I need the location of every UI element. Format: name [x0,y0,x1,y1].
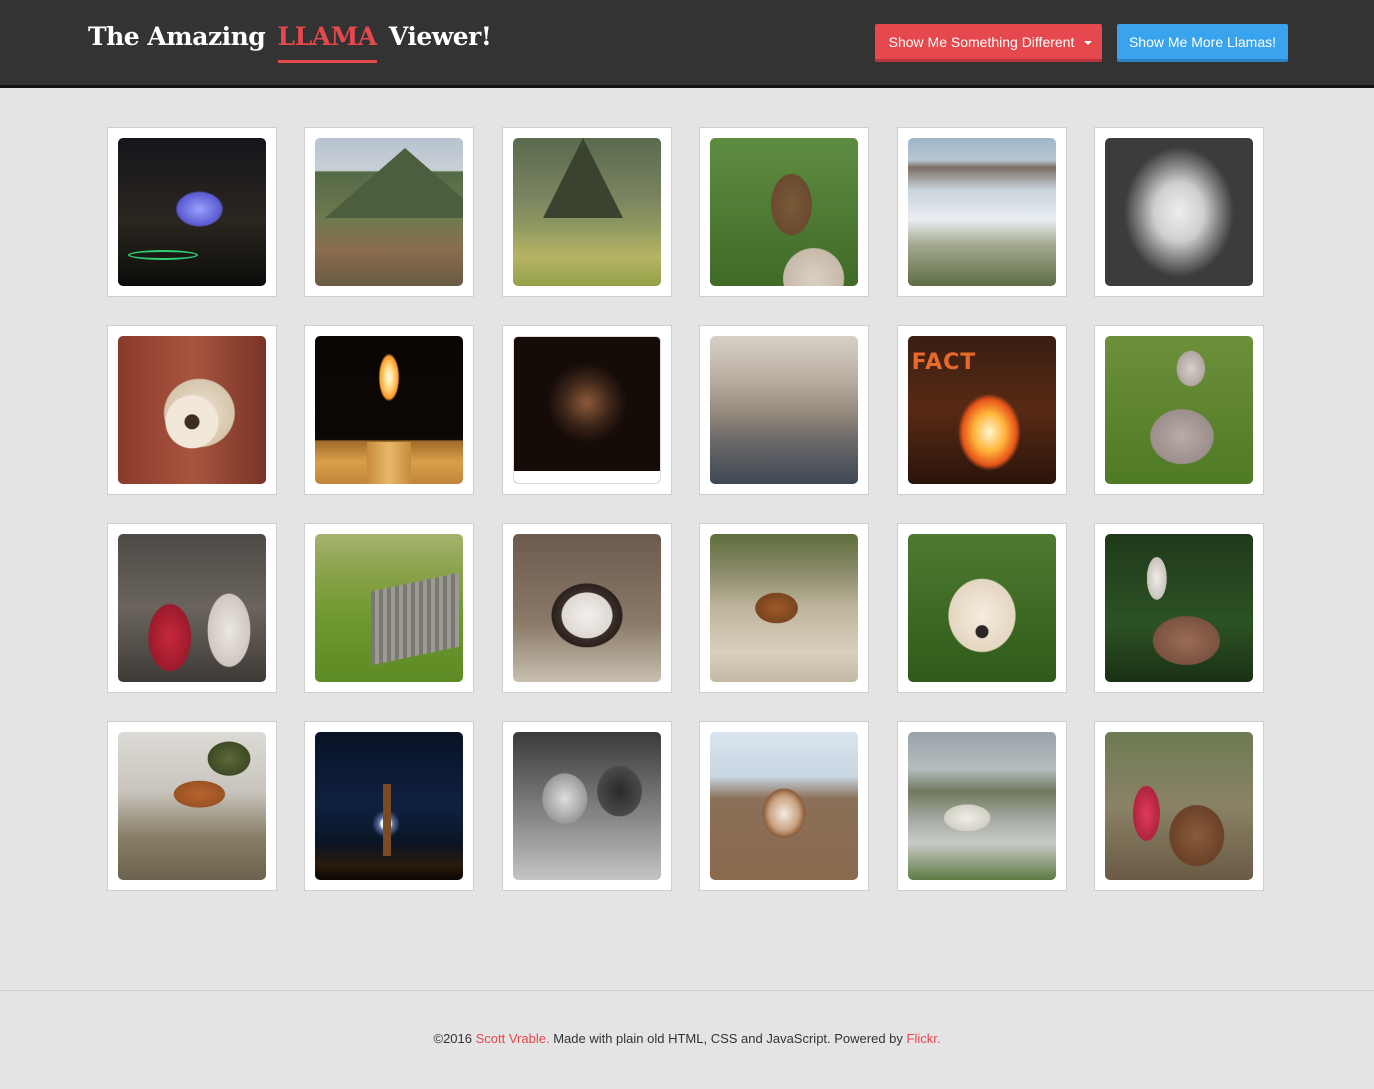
photo-llama-smiling [710,732,859,880]
photo-llama-in-forest [1104,534,1253,682]
logo-prefix: The Amazing [88,22,266,51]
photo-brown-llama-on-rocks [710,534,859,682]
photo-llama-black-white-closeup [1104,138,1253,286]
photo-two-alpacas-bw [512,732,661,880]
show-something-different-dropdown[interactable]: Show Me Something Different [875,24,1102,62]
photo-white-llamas-by-water [907,732,1056,880]
photo-grid: FACT [107,127,1267,891]
photo-tile[interactable] [107,523,277,693]
show-something-different-label: Show Me Something Different [888,33,1075,50]
photo-llama-portrait-brown [710,138,859,286]
photo-fluffy-llama-resting [1104,336,1253,484]
photo-machu-picchu-llama [512,138,661,286]
photo-llama-jumping-fence [118,732,266,880]
photo-teddy-bear-waving [118,336,266,484]
photo-night-bonfire-moon [315,732,464,880]
photo-tile[interactable] [501,127,672,297]
photo-tile[interactable]: FACT [896,325,1067,495]
caret-down-icon [1084,41,1092,45]
photo-fire-performance: FACT [907,336,1056,484]
photo-tile[interactable] [1093,721,1264,891]
photo-tile[interactable] [1093,127,1264,297]
show-more-llamas-label: Show Me More Llamas! [1128,33,1277,50]
photo-tile[interactable] [501,325,672,495]
photo-tile[interactable] [699,523,870,693]
photo-tile[interactable] [699,721,870,891]
author-link[interactable]: Scott Vrable. [476,1031,550,1046]
photo-tile[interactable] [1093,325,1264,495]
photo-tile[interactable] [107,325,277,495]
photo-chapel-at-night [118,138,266,286]
photo-llama-closeup-chewing [512,534,661,682]
photo-llamas-by-lake [907,138,1056,286]
site-logo[interactable]: The Amazing LLAMA Viewer! [88,22,492,63]
show-more-llamas-button[interactable]: Show Me More Llamas! [1117,24,1288,62]
photo-tile[interactable] [896,523,1067,693]
photo-tile[interactable] [501,721,672,891]
footer-text: ©2016 Scott Vrable. Made with plain old … [0,1031,1374,1046]
footer-made-with: Made with plain old HTML, CSS and JavaSc… [549,1031,907,1046]
photo-tile[interactable] [1093,523,1264,693]
logo-suffix: Viewer! [388,22,492,51]
photo-tile[interactable] [896,127,1067,297]
photo-girl-with-llamas [1104,732,1253,880]
flickr-link[interactable]: Flickr. [907,1031,941,1046]
photo-misty-mountains [710,336,859,484]
photo-llama-by-shed [315,534,464,682]
photo-candle-flame [315,336,464,484]
site-header: The Amazing LLAMA Viewer! Show Me Someth… [0,0,1374,88]
photo-tile[interactable] [699,127,870,297]
site-footer: ©2016 Scott Vrable. Made with plain old … [0,990,1374,1089]
photo-teddy-bear-bow [907,534,1056,682]
photo-church-altar [512,336,661,484]
footer-copyright: ©2016 [433,1031,476,1046]
photo-tile[interactable] [107,127,277,297]
photo-tile[interactable] [501,523,672,693]
photo-tile[interactable] [304,127,475,297]
photo-mountain-valley-llamas [315,138,464,286]
photo-woman-with-llama [118,534,266,682]
photo-tile[interactable] [699,325,870,495]
photo-tile[interactable] [304,523,475,693]
photo-tile[interactable] [304,325,475,495]
logo-brand: LLAMA [277,22,377,63]
photo-tile[interactable] [107,721,277,891]
photo-tile[interactable] [304,721,475,891]
photo-tile[interactable] [896,721,1067,891]
